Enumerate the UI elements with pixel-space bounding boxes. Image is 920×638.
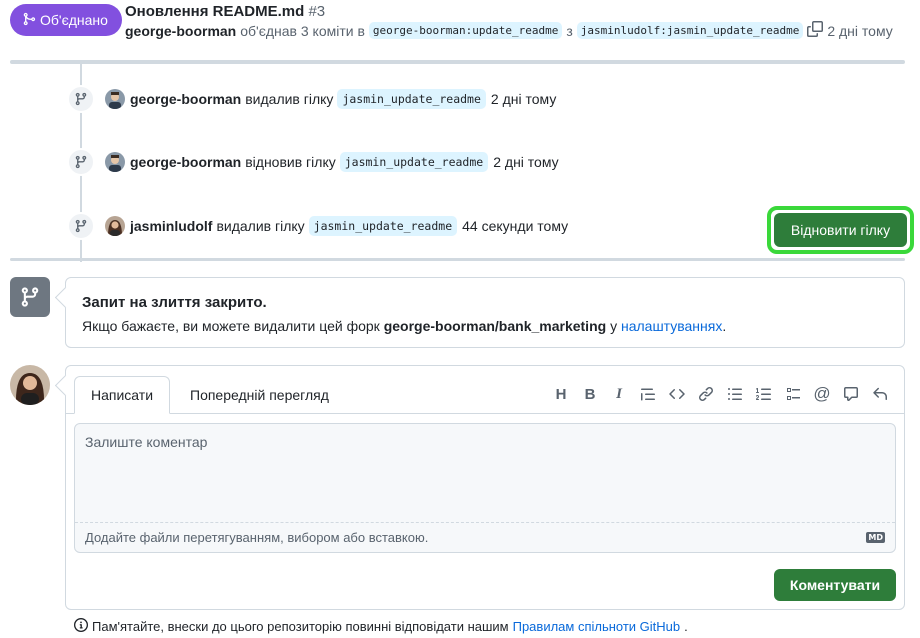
avatar[interactable] — [105, 89, 125, 109]
timeline-event: george-boorman відновив гілку jasmin_upd… — [67, 148, 559, 176]
timeline-event: george-boorman видалив гілку jasmin_upda… — [67, 85, 556, 113]
merge-icon — [22, 12, 36, 29]
head-branch[interactable]: jasminludolf:jasmin_update_readme — [576, 22, 804, 39]
info-icon — [74, 618, 88, 635]
event-branch[interactable]: jasmin_update_readme — [339, 152, 489, 172]
event-branch[interactable]: jasmin_update_readme — [337, 89, 486, 109]
closed-desc-prefix: Якщо бажаєте, ви можете видалити цей фор… — [82, 318, 380, 334]
current-user-avatar[interactable] — [10, 365, 50, 405]
base-branch[interactable]: george-boorman:update_readme — [368, 22, 563, 39]
comment-textarea-wrapper: Додайте файли перетягуванням, вибором аб… — [74, 423, 896, 553]
pr-merge-summary: george-boorman об'єднав 3 коміти в georg… — [125, 21, 893, 40]
tab-divider — [66, 413, 904, 414]
git-branch-icon — [67, 85, 95, 113]
event-time[interactable]: 2 дні тому — [493, 154, 558, 170]
quote-icon[interactable] — [638, 383, 658, 405]
italic-icon[interactable]: I — [609, 383, 629, 405]
pr-merge-author[interactable]: george-boorman — [125, 23, 236, 39]
bulleted-list-icon[interactable] — [725, 383, 745, 405]
community-guidelines-link[interactable]: Правилам спільноти GitHub — [513, 619, 681, 634]
closed-desc-mid: у — [610, 318, 618, 334]
event-action: видалив гілку — [216, 218, 305, 234]
timeline-event: jasminludolf видалив гілку jasmin_update… — [67, 212, 568, 240]
file-attach-bar[interactable]: Додайте файли перетягуванням, вибором аб… — [75, 522, 895, 552]
restore-branch-button[interactable]: Відновити гілку — [774, 213, 907, 247]
git-branch-icon — [67, 148, 95, 176]
comment-textarea[interactable] — [75, 424, 895, 522]
merged-status-label: Об'єднано — [40, 12, 108, 28]
event-action: видалив гілку — [245, 91, 334, 107]
merged-status-badge: Об'єднано — [10, 4, 122, 36]
pr-header: Об'єднано Оновлення README.md #3 george-… — [0, 0, 920, 52]
event-time[interactable]: 44 секунди тому — [462, 218, 568, 234]
closed-notice: Запит на злиття закрито. Якщо бажаєте, в… — [65, 277, 905, 348]
closed-desc-suffix: . — [722, 318, 727, 334]
comment-form: Написати Попередній перегляд H B I @ Дод… — [65, 365, 905, 610]
event-time[interactable]: 2 дні тому — [491, 91, 556, 107]
event-branch[interactable]: jasmin_update_readme — [308, 216, 458, 236]
cross-reference-icon[interactable] — [841, 383, 861, 405]
contribution-note: Пам'ятайте, внески до цього репозиторію … — [74, 618, 688, 635]
task-list-icon[interactable] — [783, 383, 803, 405]
copy-icon[interactable] — [807, 21, 824, 40]
fork-repo-name: george-boorman/bank_marketing — [383, 318, 607, 334]
bold-icon[interactable]: B — [580, 383, 600, 405]
pr-from-text: з — [566, 22, 573, 39]
closed-notice-description: Якщо бажаєте, ви можете видалити цей фор… — [82, 318, 726, 334]
mention-icon[interactable]: @ — [812, 383, 832, 405]
event-action: відновив гілку — [245, 154, 336, 170]
tab-write[interactable]: Написати — [74, 376, 171, 414]
heading-icon[interactable]: H — [551, 383, 571, 405]
closed-notice-title: Запит на злиття закрито. — [82, 294, 267, 311]
contribution-note-suffix: . — [684, 619, 688, 634]
restore-branch-highlight: Відновити гілку — [767, 206, 914, 254]
comment-submit-button[interactable]: Коментувати — [774, 569, 896, 601]
event-author[interactable]: jasminludolf — [130, 218, 212, 234]
numbered-list-icon[interactable] — [754, 383, 774, 405]
event-author[interactable]: george-boorman — [130, 154, 241, 170]
tab-preview[interactable]: Попередній перегляд — [174, 376, 345, 414]
pr-title: Оновлення README.md #3 — [125, 3, 325, 20]
pr-number: #3 — [308, 3, 326, 20]
timeline-divider — [10, 258, 905, 261]
pr-merge-time: 2 дні тому — [827, 22, 893, 39]
reply-icon[interactable] — [870, 383, 890, 405]
header-divider — [10, 60, 905, 64]
contribution-note-text: Пам'ятайте, внески до цього репозиторію … — [92, 619, 509, 634]
settings-link[interactable]: налаштуваннях — [621, 318, 722, 334]
pr-title-text: Оновлення README.md — [125, 3, 305, 20]
event-author[interactable]: george-boorman — [130, 91, 241, 107]
markdown-icon[interactable]: MD — [866, 532, 885, 543]
avatar[interactable] — [105, 152, 125, 172]
code-icon[interactable] — [667, 383, 687, 405]
git-pull-request-closed-icon — [10, 277, 50, 317]
avatar[interactable] — [105, 216, 125, 236]
attach-hint: Додайте файли перетягуванням, вибором аб… — [85, 530, 429, 545]
link-icon[interactable] — [696, 383, 716, 405]
git-branch-icon — [67, 212, 95, 240]
markdown-toolbar: H B I @ — [551, 383, 890, 405]
pr-merge-text: об'єднав 3 коміти в — [240, 22, 365, 39]
